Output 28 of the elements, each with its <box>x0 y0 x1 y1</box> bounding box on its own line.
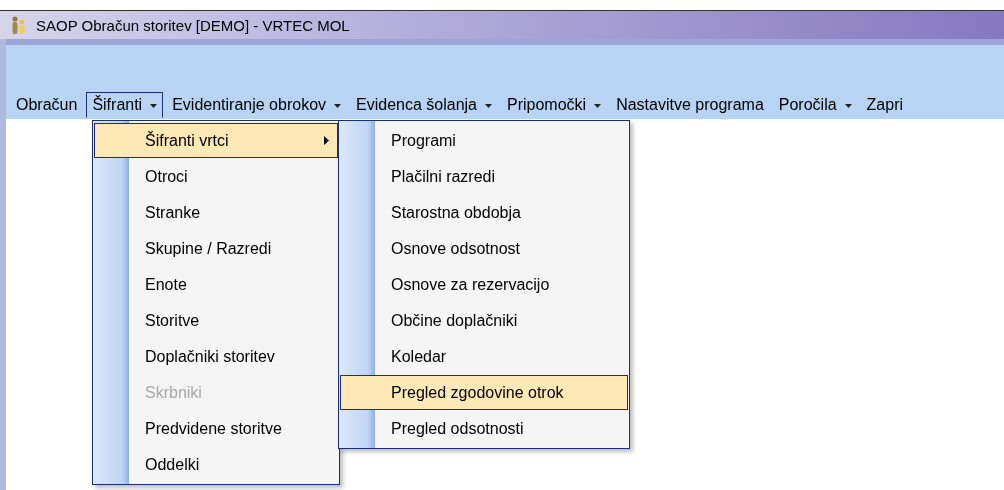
menu-bar-item[interactable]: Nastavitve programa <box>610 92 770 118</box>
menu-bar-item[interactable]: Zapri <box>860 92 910 118</box>
menu-item[interactable]: Doplačniki storitev <box>94 339 338 374</box>
menu-item[interactable]: Storitve <box>94 303 338 338</box>
menu-item[interactable]: Občine doplačniki <box>340 303 628 338</box>
menu-bar-item[interactable]: Obračun <box>10 92 84 118</box>
menu-item[interactable]: Plačilni razredi <box>340 159 628 194</box>
menu-item[interactable]: Otroci <box>94 159 338 194</box>
menu-item[interactable]: Oddelki <box>94 447 338 482</box>
menu-item[interactable]: Pregled zgodovine otrok <box>340 375 628 410</box>
menu-item[interactable]: Pregled odsotnosti <box>340 411 628 446</box>
menu-bar-item[interactable]: Pripomočki <box>501 92 608 118</box>
menu-bar-item[interactable]: Poročila <box>772 92 858 118</box>
menu-item[interactable]: Šifranti vrtci <box>94 123 338 158</box>
menu-item[interactable]: Enote <box>94 267 338 302</box>
menu-item[interactable]: Starostna obdobja <box>340 195 628 230</box>
menu-item[interactable]: Koledar <box>340 339 628 374</box>
window-title: SAOP Obračun storitev [DEMO] - VRTEC MOL <box>36 16 350 34</box>
menu-bar-item[interactable]: Evidentiranje obrokov <box>166 92 348 118</box>
menu-item[interactable]: Osnove za rezervacijo <box>340 267 628 302</box>
menu-item[interactable]: Osnove odsotnost <box>340 231 628 266</box>
people-icon <box>10 15 28 35</box>
menu-bar-item[interactable]: Evidenca šolanja <box>350 92 498 118</box>
menu-item[interactable]: Predvidene storitve <box>94 411 338 446</box>
menu-bar-item[interactable]: Šifranti <box>86 92 164 118</box>
menu-item[interactable]: Skupine / Razredi <box>94 231 338 266</box>
menu-item[interactable]: Stranke <box>94 195 338 230</box>
menu-item[interactable]: Programi <box>340 123 628 158</box>
